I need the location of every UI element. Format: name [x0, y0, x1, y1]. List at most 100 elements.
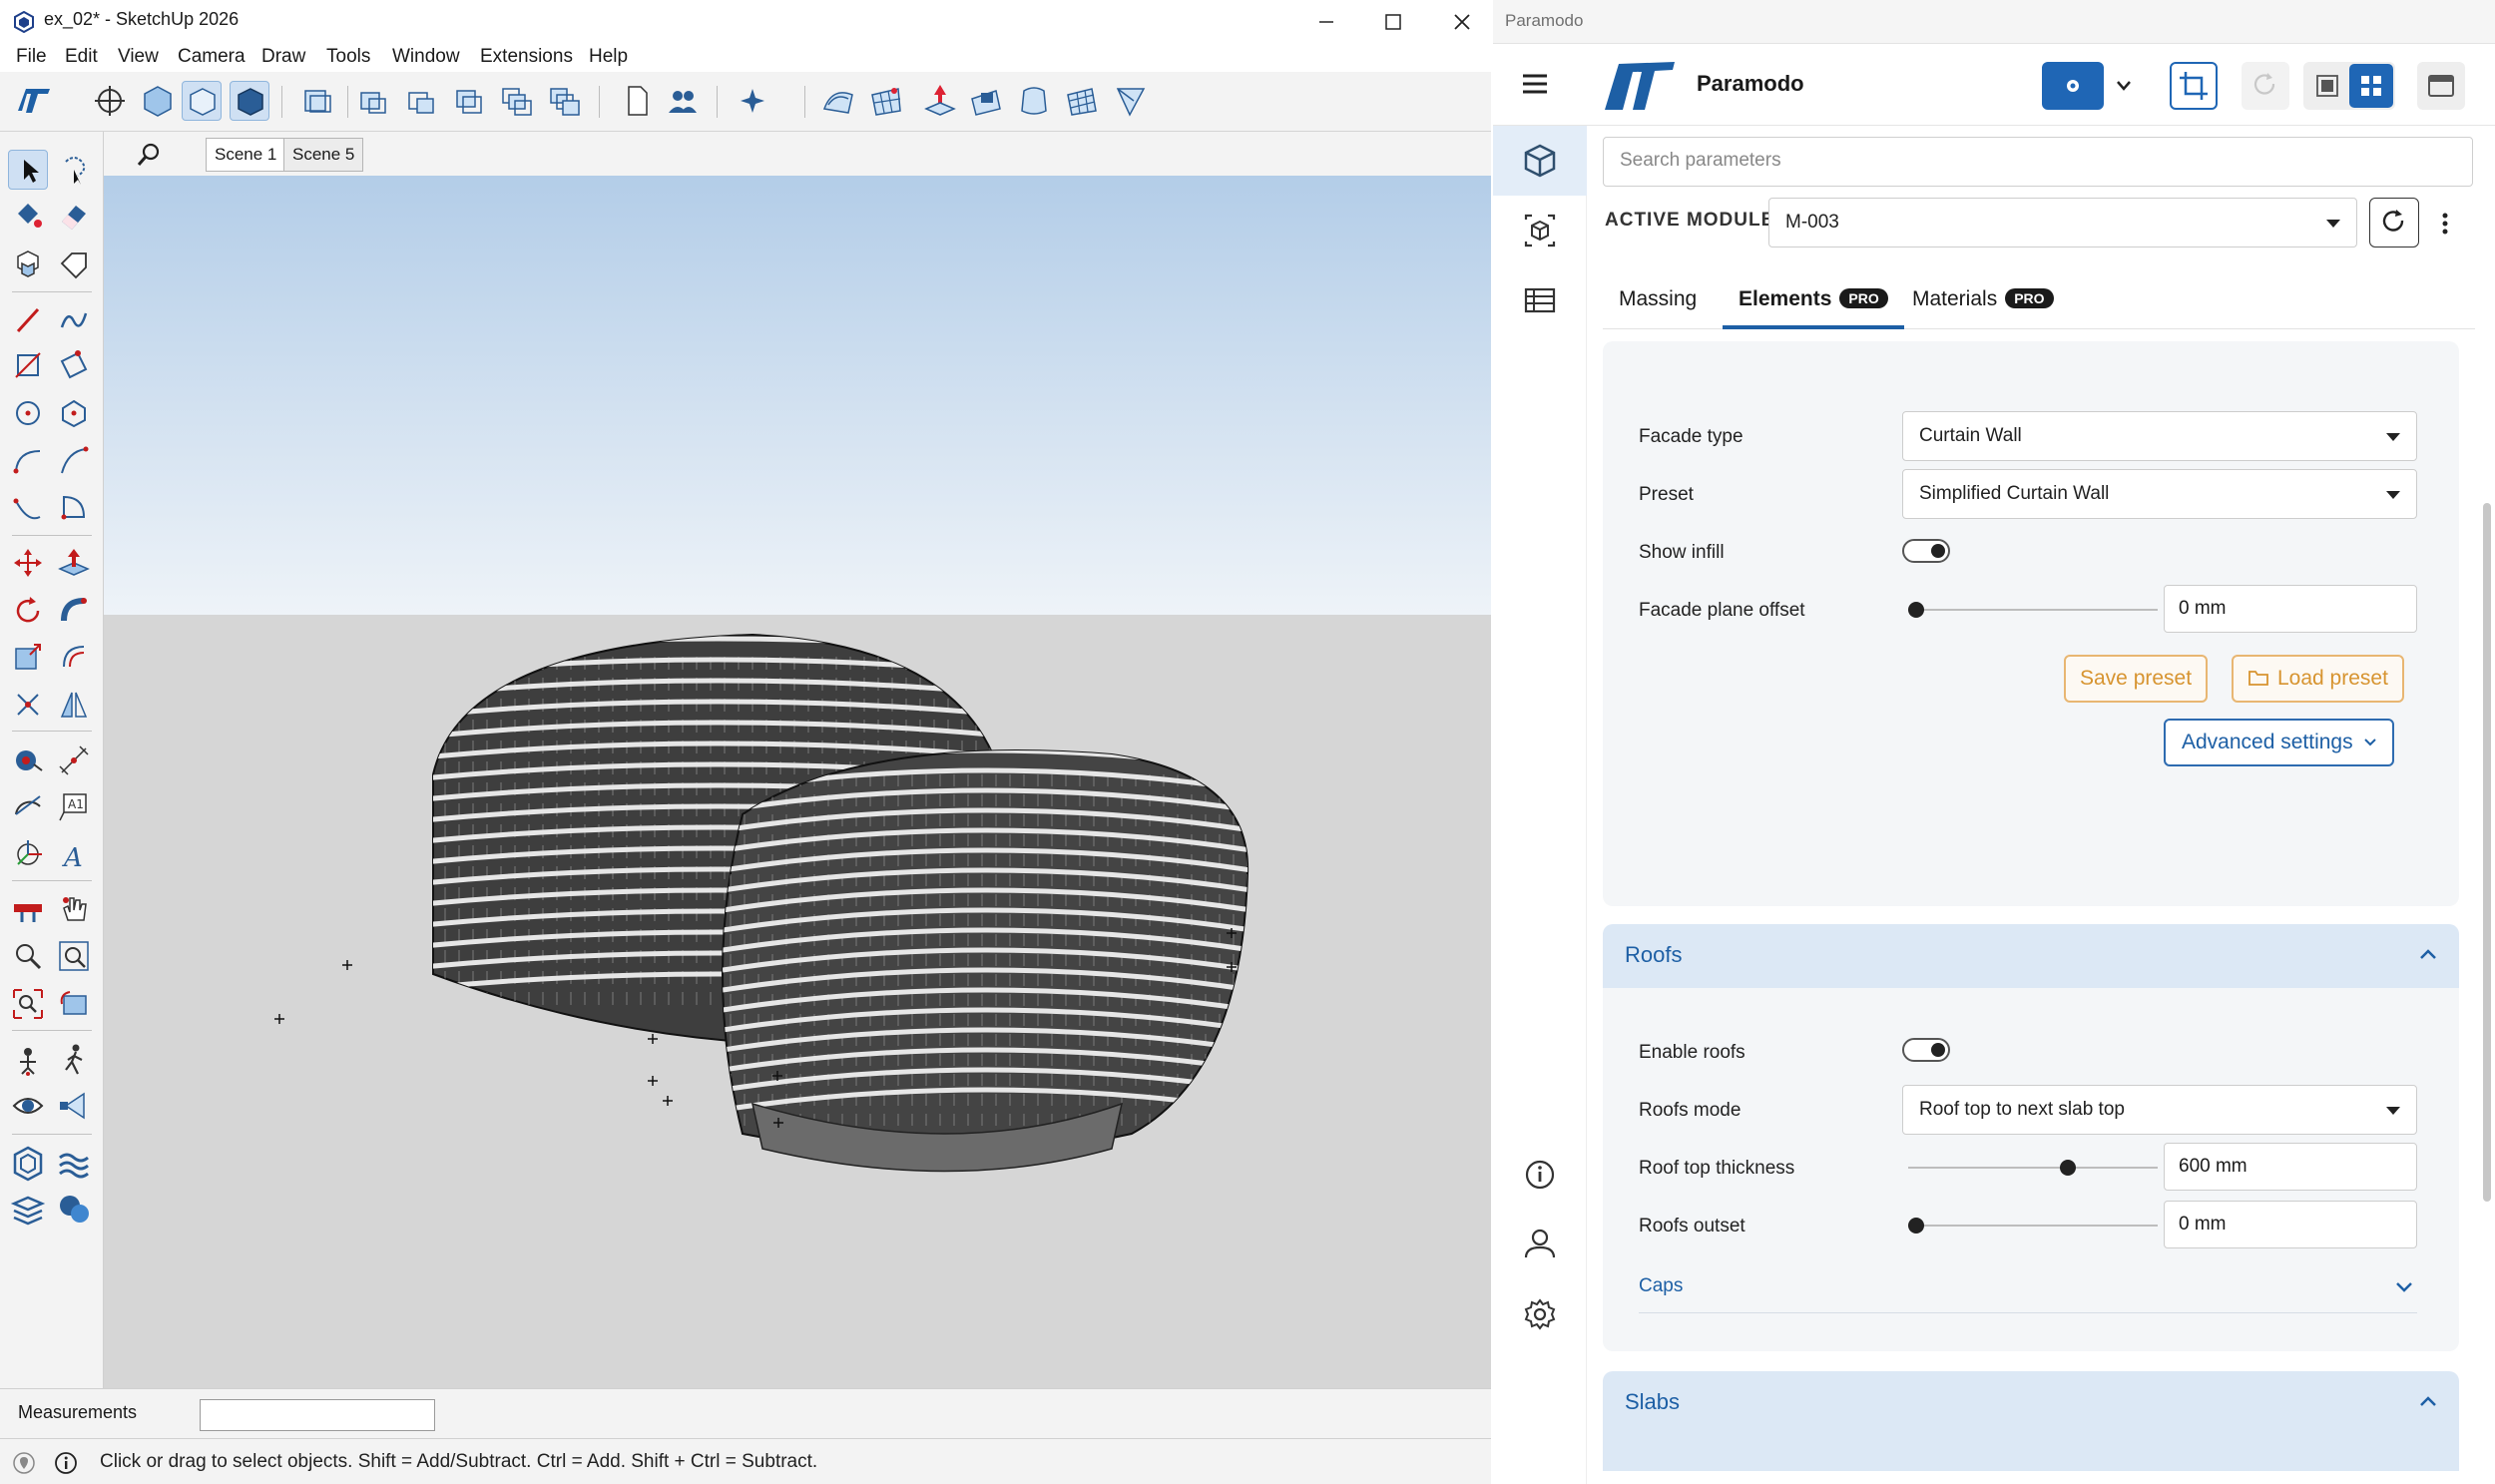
load-preset-button[interactable]: Load preset	[2232, 655, 2404, 703]
menu-extensions[interactable]: Extensions	[480, 46, 573, 68]
menu-tools[interactable]: Tools	[326, 46, 370, 68]
zoom-tool-icon[interactable]	[8, 936, 48, 976]
enable-roofs-toggle[interactable]	[1902, 1038, 1950, 1062]
lasso-select-icon[interactable]	[54, 150, 94, 190]
polygon-tool-icon[interactable]	[54, 393, 94, 433]
eraser-icon[interactable]	[54, 196, 94, 236]
menu-edit[interactable]: Edit	[65, 46, 98, 68]
add-detail-icon[interactable]	[1062, 81, 1102, 121]
circle-tool-icon[interactable]	[8, 393, 48, 433]
show-infill-toggle[interactable]	[1902, 539, 1950, 563]
drape-icon[interactable]	[1014, 81, 1054, 121]
tape-measure-icon[interactable]	[8, 741, 48, 780]
geo-location-icon[interactable]	[12, 1451, 36, 1475]
close-button[interactable]	[1439, 6, 1483, 38]
previous-view-icon[interactable]	[54, 984, 94, 1024]
rail-scan-cube-icon[interactable]	[1493, 196, 1587, 265]
position-camera-icon[interactable]	[8, 1040, 48, 1080]
tab-elements[interactable]: Elements PRO	[1723, 273, 1904, 329]
rail-table-icon[interactable]	[1493, 265, 1587, 335]
menu-view[interactable]: View	[118, 46, 159, 68]
account-icon[interactable]	[663, 81, 703, 121]
view-back-icon[interactable]	[497, 81, 537, 121]
zoom-window-icon[interactable]	[54, 936, 94, 976]
line-tool-icon[interactable]	[8, 299, 48, 339]
flip-tool-icon[interactable]	[54, 685, 94, 725]
hamburger-menu-icon[interactable]	[1515, 64, 1555, 104]
select-tool-icon[interactable]	[8, 150, 48, 190]
single-view-icon[interactable]	[2305, 64, 2349, 108]
crop-icon[interactable]	[2170, 62, 2218, 110]
view-right-icon[interactable]	[449, 81, 489, 121]
preset-select[interactable]: Simplified Curtain Wall	[1902, 469, 2417, 519]
3d-text-icon[interactable]: A	[54, 834, 94, 874]
section-tool-icon[interactable]	[8, 890, 48, 930]
roofs-section-header[interactable]: Roofs	[1603, 924, 2459, 988]
view-left-icon[interactable]	[545, 81, 585, 121]
rotated-rectangle-icon[interactable]	[54, 345, 94, 385]
scene-tab-5[interactable]: Scene 5	[283, 138, 364, 172]
facade-plane-offset-slider[interactable]	[1908, 602, 2158, 618]
slabs-section-header[interactable]: Slabs	[1603, 1371, 2459, 1471]
rail-model-cube-icon[interactable]	[1493, 126, 1587, 196]
roof-top-thickness-slider[interactable]	[1908, 1160, 2158, 1176]
roofs-mode-select[interactable]: Roof top to next slab top	[1902, 1085, 2417, 1135]
scene-search-icon[interactable]	[136, 142, 162, 168]
iso-view-icon[interactable]	[138, 81, 178, 121]
flip-edge-icon[interactable]	[1110, 81, 1150, 121]
more-options-icon[interactable]	[2433, 206, 2457, 242]
axes-tool-icon[interactable]	[8, 834, 48, 874]
rectangle-tool-icon[interactable]	[8, 345, 48, 385]
roof-top-thickness-input[interactable]: 600 mm	[2164, 1143, 2417, 1191]
reload-module-button[interactable]	[2369, 198, 2419, 247]
scene-tab-1[interactable]: Scene 1	[206, 138, 286, 172]
paint-bucket-icon[interactable]	[8, 196, 48, 236]
text-tool-icon[interactable]: A1	[54, 786, 94, 826]
model-canvas[interactable]	[104, 176, 1491, 1388]
maximize-button[interactable]	[1370, 6, 1414, 38]
paramodo-tool-icon[interactable]	[8, 1144, 48, 1184]
rail-user-icon[interactable]	[1493, 1210, 1587, 1279]
generate-button[interactable]	[2042, 62, 2104, 110]
offset-tool-icon[interactable]	[54, 637, 94, 677]
tab-massing[interactable]: Massing	[1603, 273, 1713, 329]
two-point-arc-icon[interactable]	[54, 441, 94, 481]
grid-view-icon[interactable]	[2349, 64, 2393, 108]
component-icon[interactable]	[8, 244, 48, 283]
scrollbar-thumb[interactable]	[2483, 503, 2491, 1202]
tab-materials[interactable]: Materials PRO	[1896, 273, 2070, 329]
walk-tool-icon[interactable]	[54, 1040, 94, 1080]
advanced-settings-button[interactable]: Advanced settings	[2164, 719, 2395, 766]
three-point-arc-icon[interactable]	[8, 487, 48, 527]
sandbox-contours-icon[interactable]	[818, 81, 858, 121]
panel-layout-icon[interactable]	[2417, 62, 2465, 110]
xray-style-icon[interactable]	[182, 81, 222, 121]
roofs-outset-input[interactable]: 0 mm	[2164, 1201, 2417, 1248]
panel-scrollbar[interactable]	[2481, 375, 2493, 1204]
orbit-icon[interactable]	[90, 81, 130, 121]
paramodo-logo-icon[interactable]	[14, 81, 54, 121]
save-preset-button[interactable]: Save preset	[2064, 655, 2209, 703]
section-plane-icon[interactable]	[297, 81, 337, 121]
view-top-icon[interactable]	[353, 81, 393, 121]
ai-sparkle-icon[interactable]	[733, 81, 772, 121]
facade-plane-offset-input[interactable]: 0 mm	[2164, 585, 2417, 633]
refresh-disabled-icon[interactable]	[2242, 62, 2289, 110]
scale-tool-icon[interactable]	[8, 637, 48, 677]
explode-tool-icon[interactable]	[8, 685, 48, 725]
3d-viewport[interactable]	[104, 176, 1491, 1388]
menu-camera[interactable]: Camera	[178, 46, 246, 68]
layers-waves-icon[interactable]	[54, 1144, 94, 1184]
freehand-tool-icon[interactable]	[54, 299, 94, 339]
caps-expander[interactable]: Caps	[1639, 1263, 2417, 1313]
menu-help[interactable]: Help	[589, 46, 628, 68]
arc-tool-icon[interactable]	[8, 441, 48, 481]
protractor-icon[interactable]	[8, 786, 48, 826]
measurements-input[interactable]	[200, 1399, 435, 1431]
menu-file[interactable]: File	[16, 46, 47, 68]
smoove-icon[interactable]	[920, 81, 960, 121]
dimension-tool-icon[interactable]	[54, 741, 94, 780]
zoom-extents-icon[interactable]	[8, 984, 48, 1024]
rotate-tool-icon[interactable]	[8, 591, 48, 631]
pie-tool-icon[interactable]	[54, 487, 94, 527]
